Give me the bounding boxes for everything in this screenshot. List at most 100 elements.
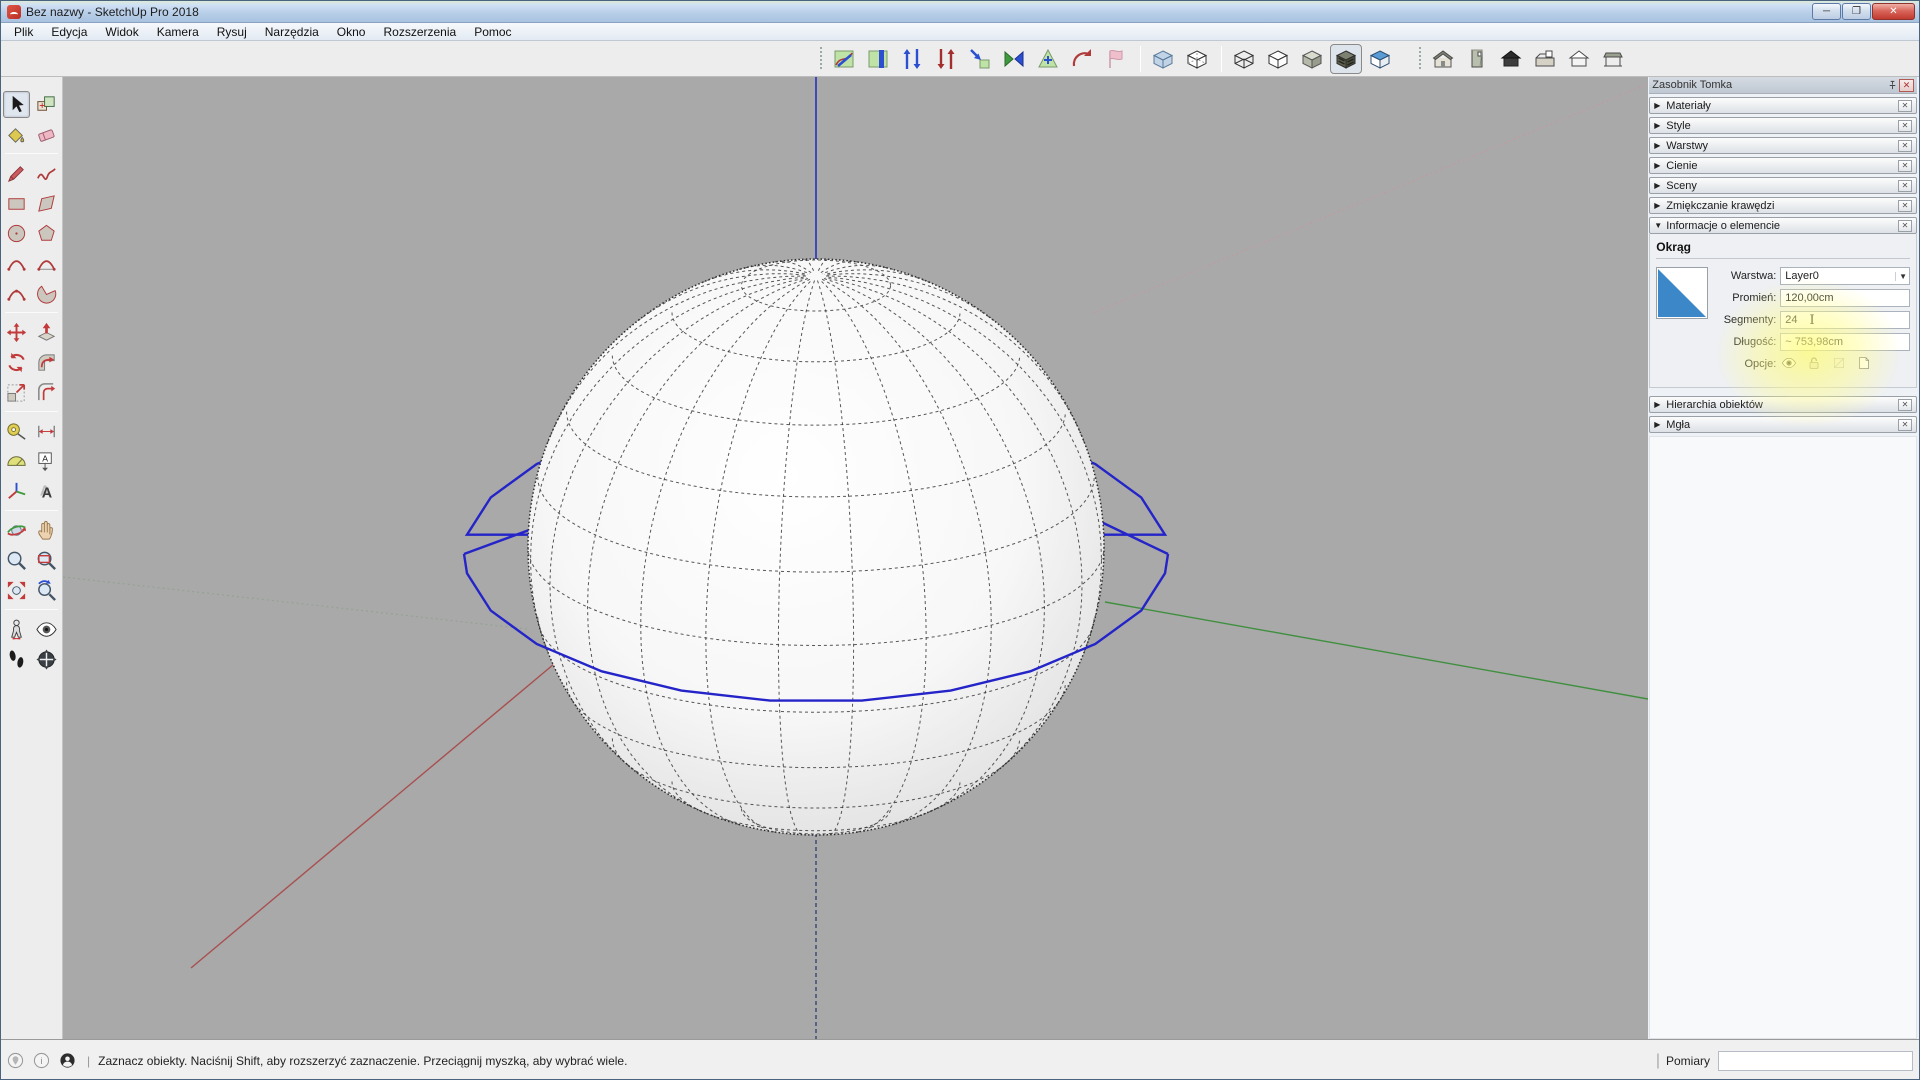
segments-field[interactable]: 24 I [1780,311,1910,329]
receive-shadows-icon[interactable] [1830,355,1848,373]
measurements-input[interactable] [1718,1051,1913,1071]
sandbox-smoove-icon[interactable] [896,44,928,74]
text-tool[interactable] [33,448,60,475]
move-tool[interactable] [3,319,30,346]
orbit-tool[interactable] [3,517,30,544]
section-hierarchia[interactable]: ▶ Hierarchia obiektów ✕ [1649,396,1917,413]
menu-narzedzia[interactable]: Narzędzia [256,23,328,40]
tray-pin-icon[interactable] [1885,78,1899,92]
menu-widok[interactable]: Widok [96,23,147,40]
make-component-tool[interactable] [33,91,60,118]
model-viewport[interactable] [63,77,1646,1039]
protractor-tool[interactable] [3,448,30,475]
position-camera-tool[interactable] [3,616,30,643]
menu-rysuj[interactable]: Rysuj [208,23,256,40]
position-texture-icon[interactable] [1100,44,1132,74]
select-tool[interactable] [3,91,30,118]
view-left-icon[interactable] [1597,44,1629,74]
minimize-button[interactable]: ─ [1812,3,1841,20]
section-close-icon[interactable]: ✕ [1898,200,1912,212]
section-zmiekczanie[interactable]: ▶ Zmiękczanie krawędzi ✕ [1649,197,1917,214]
section-close-icon[interactable]: ✕ [1898,399,1912,411]
zoom-tool[interactable] [3,547,30,574]
zoom-previous-tool[interactable] [33,577,60,604]
offset-tool[interactable] [33,379,60,406]
menu-edycja[interactable]: Edycja [42,23,96,40]
length-field[interactable]: ~ 753,98cm [1780,333,1910,351]
rotated-rectangle-tool[interactable] [33,190,60,217]
style-shaded-textures-icon[interactable] [1330,44,1362,74]
section-informacje[interactable]: ▼ Informacje o elemencie ✕ [1649,217,1917,234]
zoom-extents-tool[interactable] [3,577,30,604]
cast-shadows-icon[interactable] [1855,355,1873,373]
menu-plik[interactable]: Plik [5,23,42,40]
follow-me-tool[interactable] [33,349,60,376]
sandbox-add-detail-icon[interactable] [998,44,1030,74]
claim-credit-icon[interactable] [33,1052,50,1069]
section-cienie[interactable]: ▶ Cienie ✕ [1649,157,1917,174]
line-tool[interactable] [3,160,30,187]
view-back-icon[interactable] [1563,44,1595,74]
toolbar-drag-handle[interactable] [1417,47,1422,71]
sandbox-from-scratch-icon[interactable] [862,44,894,74]
menu-kamera[interactable]: Kamera [148,23,208,40]
menu-pomoc[interactable]: Pomoc [465,23,520,40]
polygon-tool[interactable] [33,220,60,247]
section-materialy[interactable]: ▶ Materiały ✕ [1649,97,1917,114]
section-plane-tool[interactable] [33,646,60,673]
style-back-edges-icon[interactable] [1181,44,1213,74]
rectangle-tool[interactable] [3,190,30,217]
view-top-icon[interactable] [1461,44,1493,74]
zoom-window-tool[interactable] [33,547,60,574]
sandbox-flip-edge-icon[interactable] [1066,44,1098,74]
sandbox-stamp-icon[interactable] [930,44,962,74]
look-around-tool[interactable] [33,616,60,643]
sandbox-flip-edge-blue-icon[interactable] [1032,44,1064,74]
dimension-tool[interactable] [33,418,60,445]
section-close-icon[interactable]: ✕ [1898,180,1912,192]
menu-okno[interactable]: Okno [328,23,375,40]
section-sceny[interactable]: ▶ Sceny ✕ [1649,177,1917,194]
paint-bucket-tool[interactable] [3,121,30,148]
eraser-tool[interactable] [33,121,60,148]
pan-tool[interactable] [33,517,60,544]
walk-tool[interactable] [3,646,30,673]
section-close-icon[interactable]: ✕ [1898,220,1912,232]
sandbox-drape-icon[interactable] [964,44,996,74]
rotate-tool[interactable] [3,349,30,376]
lock-icon[interactable] [1805,355,1823,373]
pie-tool[interactable] [33,280,60,307]
style-hidden-line-icon[interactable] [1262,44,1294,74]
two-point-arc-tool[interactable] [33,250,60,277]
style-monochrome-icon[interactable] [1364,44,1396,74]
menu-rozszerzenia[interactable]: Rozszerzenia [374,23,465,40]
tape-measure-tool[interactable] [3,418,30,445]
section-warstwy[interactable]: ▶ Warstwy ✕ [1649,137,1917,154]
section-style[interactable]: ▶ Style ✕ [1649,117,1917,134]
arc-tool[interactable] [3,250,30,277]
section-close-icon[interactable]: ✕ [1898,140,1912,152]
restore-button[interactable]: ❐ [1842,3,1871,20]
style-wireframe-icon[interactable] [1228,44,1260,74]
section-close-icon[interactable]: ✕ [1898,160,1912,172]
radius-field[interactable]: 120,00cm [1780,289,1910,307]
3d-text-tool[interactable] [33,478,60,505]
section-mgla[interactable]: ▶ Mgła ✕ [1649,416,1917,433]
style-shaded-icon[interactable] [1296,44,1328,74]
scale-tool[interactable] [3,379,30,406]
toolbar-drag-handle[interactable] [818,47,823,71]
tray-close-icon[interactable]: ✕ [1899,79,1914,92]
push-pull-tool[interactable] [33,319,60,346]
sign-in-icon[interactable] [59,1052,76,1069]
view-iso-icon[interactable] [1427,44,1459,74]
sandbox-from-contours-icon[interactable] [828,44,860,74]
geolocation-icon[interactable] [7,1052,24,1069]
view-front-icon[interactable] [1495,44,1527,74]
section-close-icon[interactable]: ✕ [1898,120,1912,132]
freehand-tool[interactable] [33,160,60,187]
circle-tool[interactable] [3,220,30,247]
layer-dropdown[interactable]: Layer0 ▼ [1780,267,1910,285]
style-xray-icon[interactable] [1147,44,1179,74]
view-right-icon[interactable] [1529,44,1561,74]
material-thumbnail[interactable] [1656,267,1708,319]
